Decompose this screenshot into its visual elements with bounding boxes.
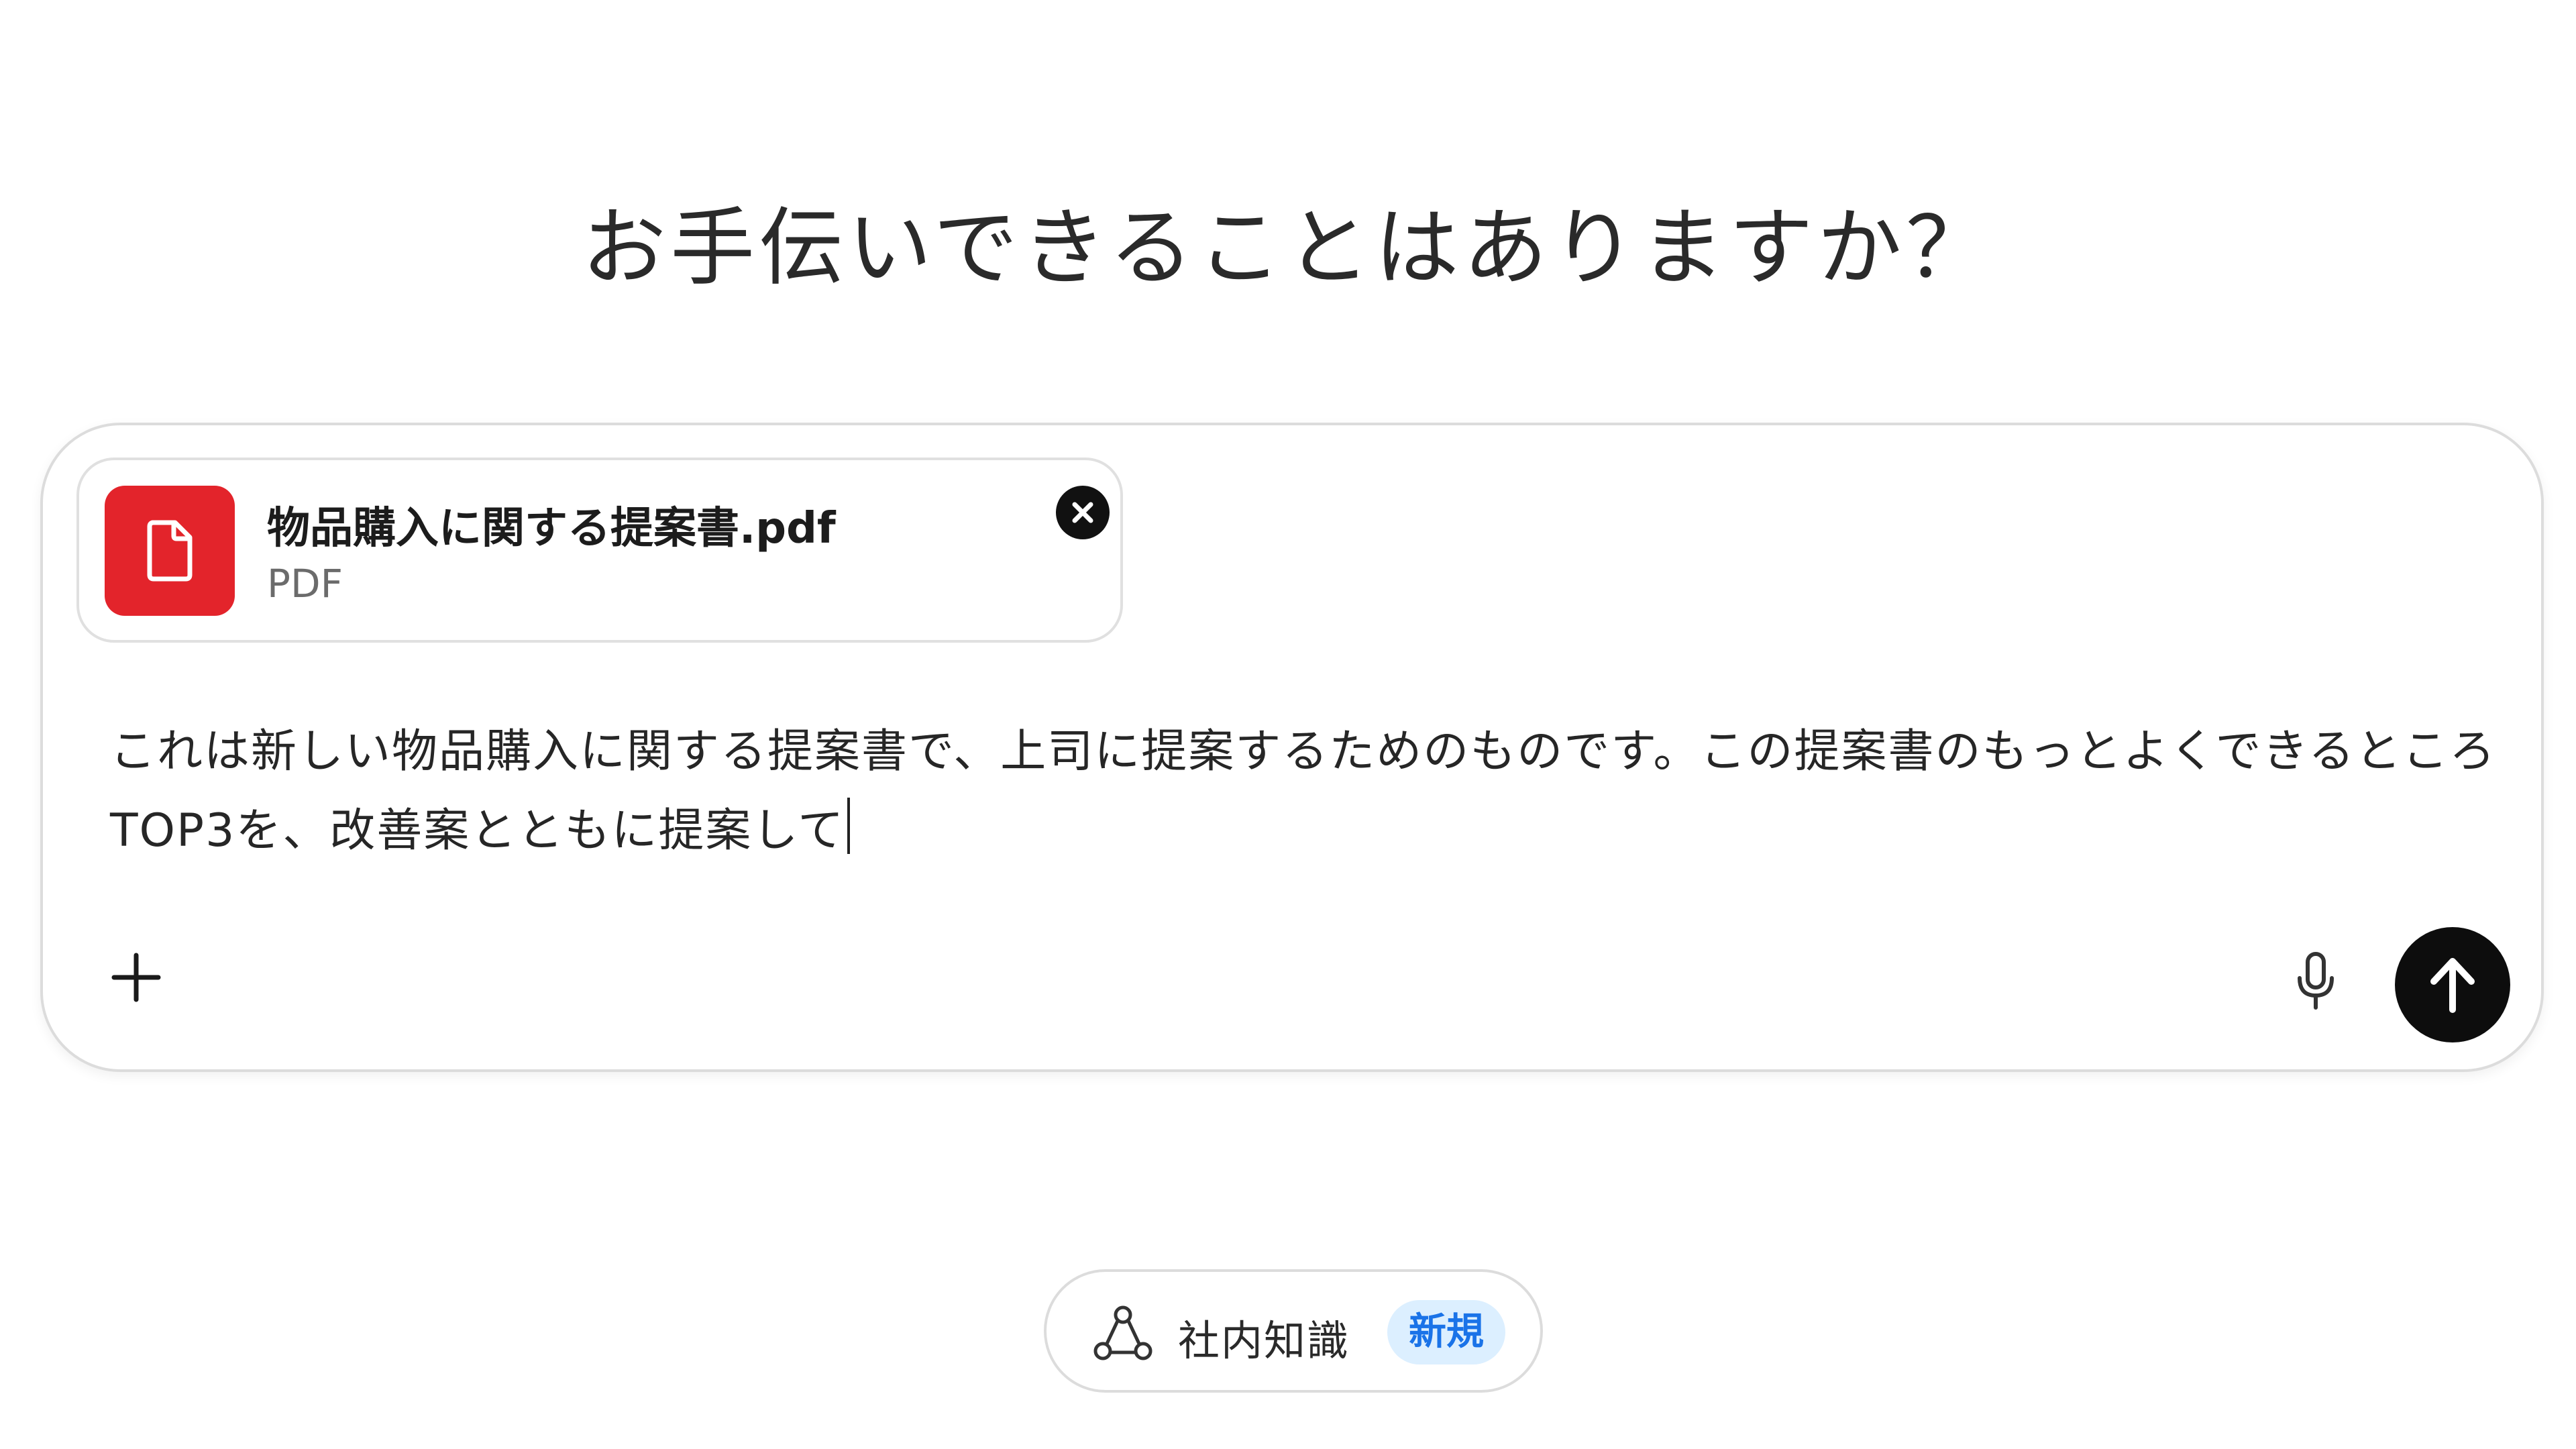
microphone-icon (2298, 952, 2334, 1010)
remove-attachment-button[interactable] (1056, 486, 1110, 539)
prompt-input-text: これは新しい物品購入に関する提案書で、上司に提案するためのものです。この提案書の… (110, 725, 2497, 857)
internal-knowledge-button[interactable]: 社内知識 新規 (1044, 1269, 1543, 1393)
attachment-file-type: PDF (267, 561, 343, 606)
voice-input-button[interactable] (2282, 947, 2349, 1014)
attachment-file-name: 物品購入に関する提案書.pdf (267, 504, 836, 553)
close-circle-icon (1072, 502, 1093, 523)
chat-home-page: お手伝いできることはありますか？ 物品購入に関する提案書.pdf PDF これは… (0, 0, 2576, 1449)
plus-icon (111, 953, 161, 1002)
text-caret (847, 798, 851, 854)
send-button[interactable] (2395, 927, 2510, 1042)
arrow-up-icon (2430, 958, 2475, 1013)
network-icon (1093, 1305, 1152, 1360)
page-title: お手伝いできることはありますか？ (582, 199, 1994, 297)
prompt-input[interactable]: これは新しい物品購入に関する提案書で、上司に提案するためのものです。この提案書の… (110, 712, 2498, 871)
add-attachment-button[interactable] (106, 947, 166, 1008)
attachment-card[interactable]: 物品購入に関する提案書.pdf PDF (76, 458, 1123, 643)
internal-knowledge-label: 社内知識 (1178, 1316, 1350, 1365)
new-badge: 新規 (1387, 1300, 1505, 1364)
document-icon (105, 486, 235, 616)
prompt-composer: 物品購入に関する提案書.pdf PDF これは新しい物品購入に関する提案書で、上… (40, 423, 2544, 1072)
